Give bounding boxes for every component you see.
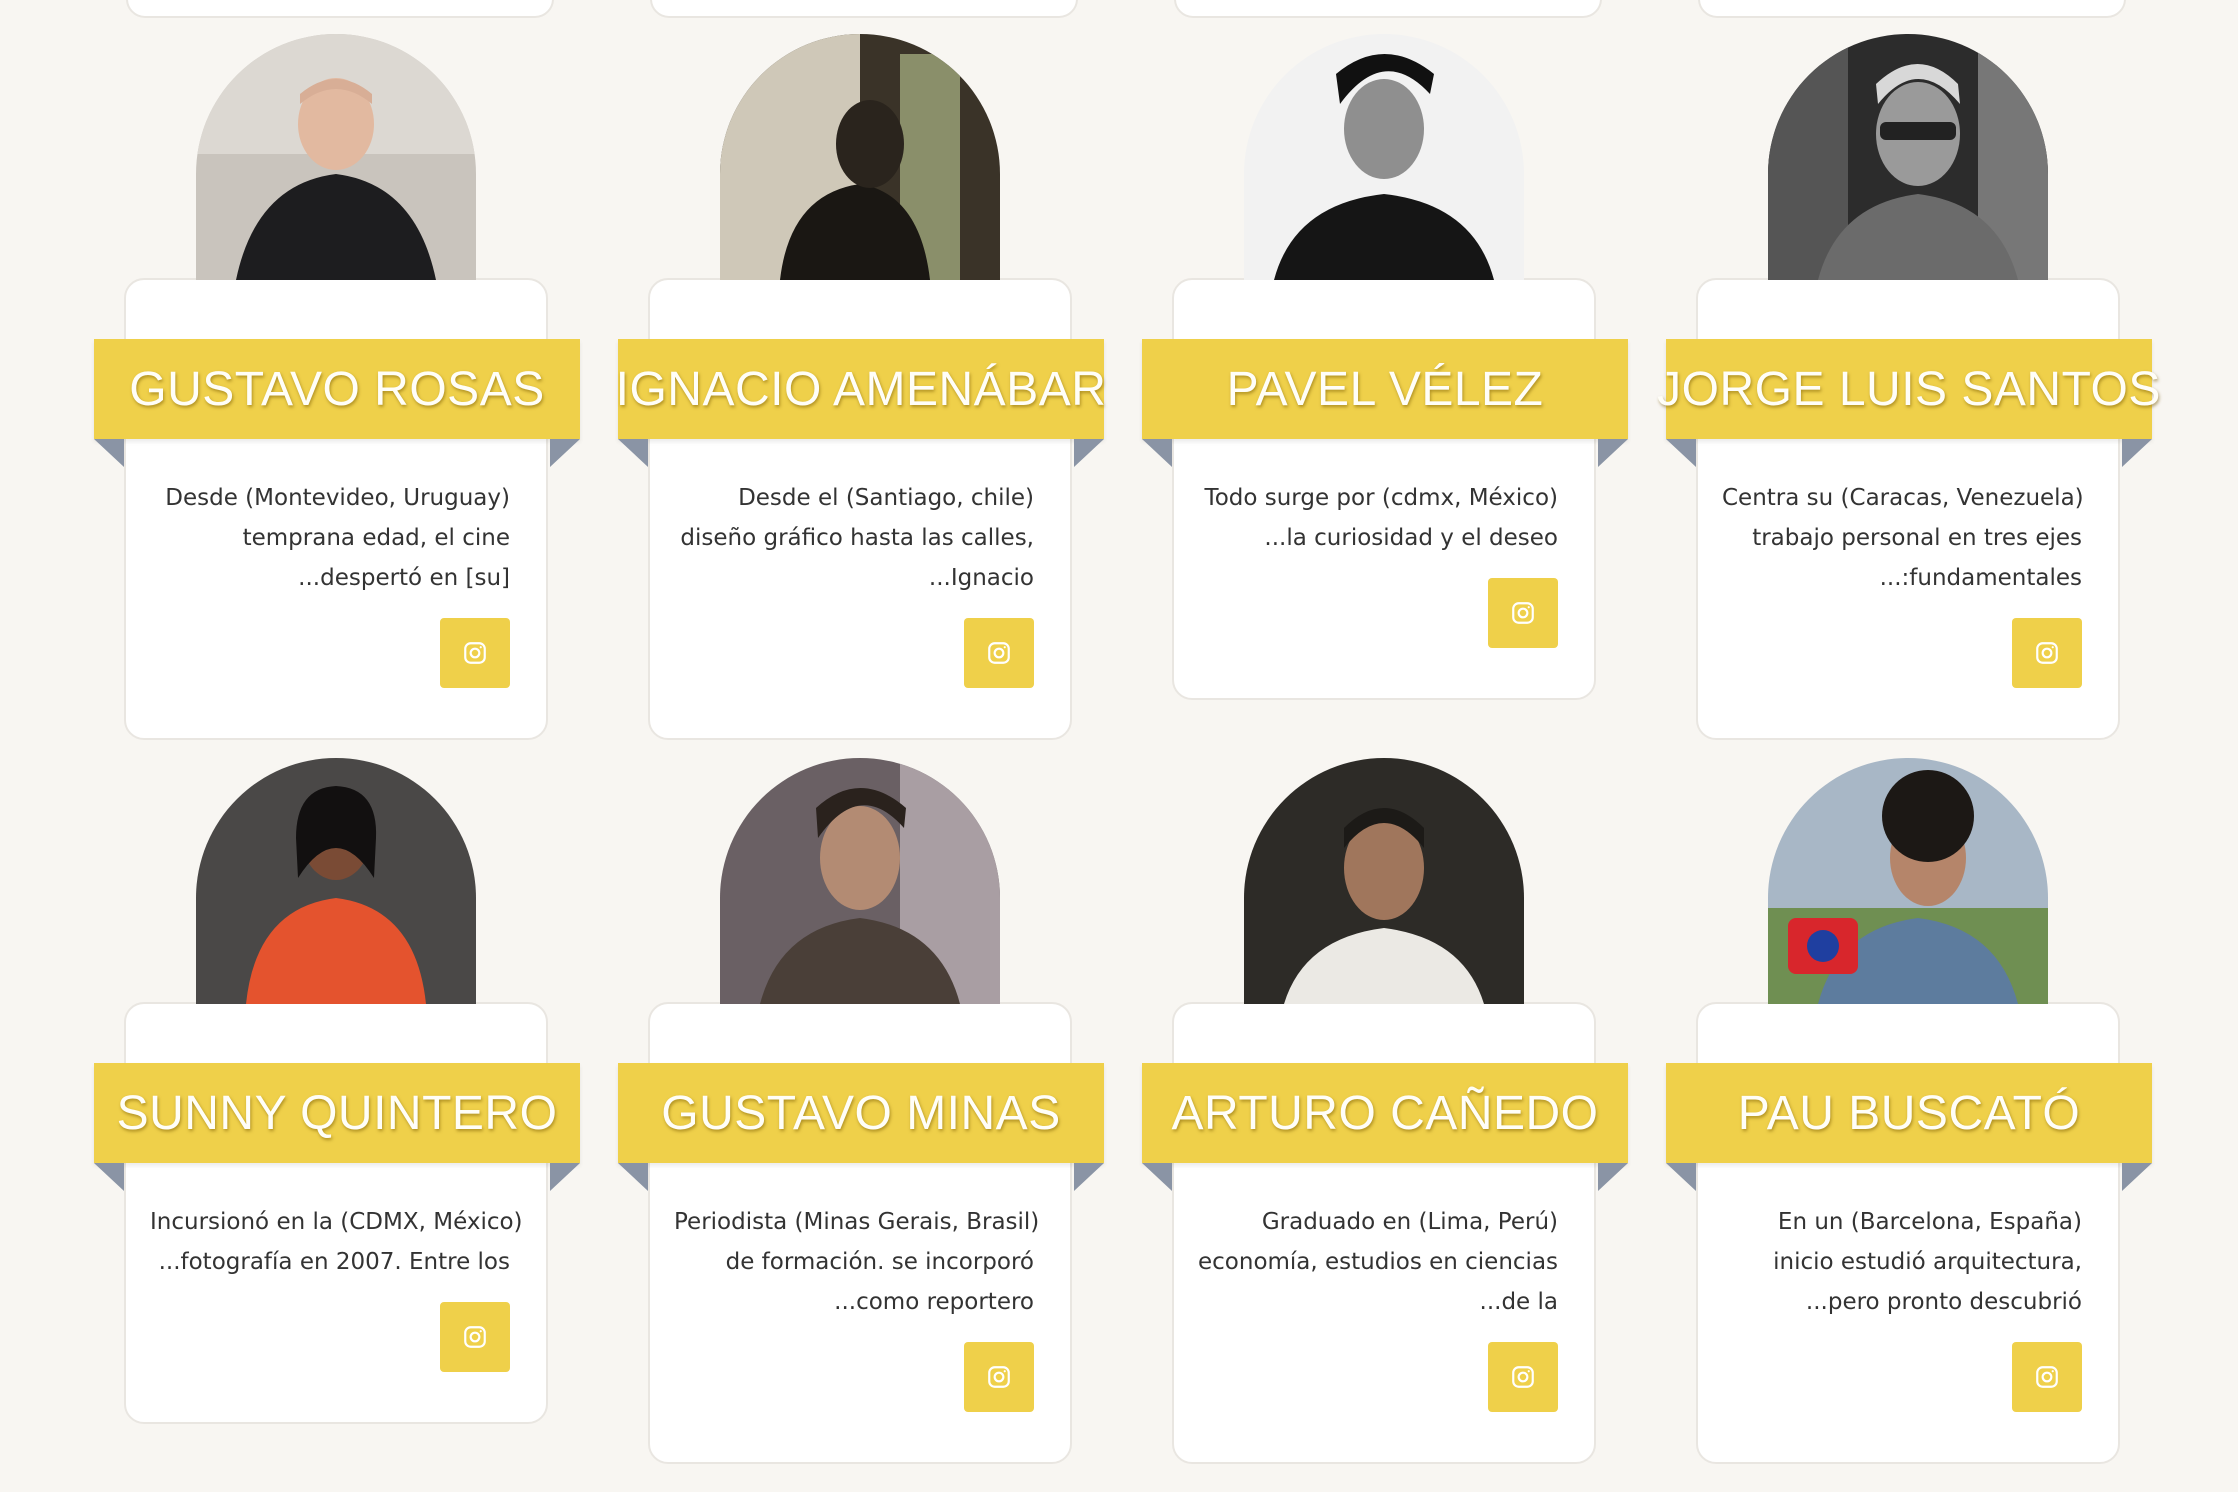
avatar	[720, 34, 1000, 280]
instagram-icon	[2036, 1366, 2058, 1388]
instagram-icon	[464, 1326, 486, 1348]
person-bio: Periodista (Minas Gerais, Brasil) de form…	[674, 1209, 1040, 1315]
name-ribbon: PAVEL VÉLEZ	[1142, 339, 1628, 439]
person-name: IGNACIO AMENÁBAR	[615, 362, 1107, 416]
ribbon-fold	[1598, 439, 1628, 467]
ribbon-fold	[618, 439, 648, 467]
avatar	[1768, 34, 2048, 280]
ribbon-fold	[1598, 1163, 1628, 1191]
avatar	[196, 758, 476, 1004]
name-ribbon: SUNNY QUINTERO	[94, 1063, 580, 1163]
previous-row-card-stub	[126, 0, 554, 18]
person-bio: Desde (Montevideo, Uruguay) temprana edad…	[165, 485, 510, 591]
person-bio: Todo surge por (cdmx, México) ...la curio…	[1204, 485, 1558, 551]
avatar	[1244, 758, 1524, 1004]
ribbon-fold	[550, 1163, 580, 1191]
person-bio: Centra su (Caracas, Venezuela) trabajo pe…	[1722, 485, 2084, 591]
avatar	[1244, 34, 1524, 280]
avatar	[1768, 758, 2048, 1004]
person-name: SUNNY QUINTERO	[116, 1086, 558, 1140]
name-ribbon: PAU BUSCATÓ	[1666, 1063, 2152, 1163]
name-ribbon: GUSTAVO ROSAS	[94, 339, 580, 439]
ribbon-fold	[2122, 1163, 2152, 1191]
previous-row-card-stub	[1698, 0, 2126, 18]
ribbon-fold	[94, 1163, 124, 1191]
instagram-icon	[1512, 1366, 1534, 1388]
ribbon-fold	[1142, 439, 1172, 467]
instagram-icon	[988, 642, 1010, 664]
avatar	[196, 34, 476, 280]
person-bio: En un (Barcelona, España) inicio estudió …	[1773, 1209, 2082, 1315]
ribbon-fold	[2122, 439, 2152, 467]
instagram-icon	[988, 1366, 1010, 1388]
instagram-icon	[464, 642, 486, 664]
ribbon-fold	[550, 439, 580, 467]
instagram-button[interactable]	[2012, 1342, 2082, 1412]
instagram-button[interactable]	[1488, 578, 1558, 648]
instagram-button[interactable]	[440, 618, 510, 688]
ribbon-fold	[94, 439, 124, 467]
name-ribbon: ARTURO CAÑEDO	[1142, 1063, 1628, 1163]
ribbon-fold	[618, 1163, 648, 1191]
person-bio: Incursionó en la (CDMX, México) ...fotogr…	[150, 1209, 523, 1275]
ribbon-fold	[1074, 1163, 1104, 1191]
instagram-icon	[2036, 642, 2058, 664]
previous-row-card-stub	[650, 0, 1078, 18]
person-name: PAVEL VÉLEZ	[1226, 362, 1544, 416]
instagram-button[interactable]	[2012, 618, 2082, 688]
instagram-button[interactable]	[1488, 1342, 1558, 1412]
ribbon-fold	[1666, 439, 1696, 467]
person-name: GUSTAVO ROSAS	[129, 362, 545, 416]
ribbon-fold	[1666, 1163, 1696, 1191]
instagram-button[interactable]	[964, 618, 1034, 688]
person-name: PAU BUSCATÓ	[1737, 1086, 2081, 1140]
instagram-icon	[1512, 602, 1534, 624]
person-bio: Graduado en (Lima, Perú) economía, estudi…	[1198, 1209, 1559, 1315]
person-name: JORGE LUIS SANTOS	[1657, 362, 2161, 416]
person-name: GUSTAVO MINAS	[661, 1086, 1061, 1140]
person-bio: Desde el (Santiago, chile) diseño gráfico…	[680, 485, 1034, 591]
previous-row-card-stub	[1174, 0, 1602, 18]
instagram-button[interactable]	[964, 1342, 1034, 1412]
name-ribbon: IGNACIO AMENÁBAR	[615, 339, 1107, 439]
name-ribbon: GUSTAVO MINAS	[618, 1063, 1104, 1163]
ribbon-fold	[1074, 439, 1104, 467]
ribbon-fold	[1142, 1163, 1172, 1191]
avatar	[720, 758, 1000, 1004]
instagram-button[interactable]	[440, 1302, 510, 1372]
person-name: ARTURO CAÑEDO	[1171, 1086, 1599, 1140]
name-ribbon: JORGE LUIS SANTOS	[1657, 339, 2160, 439]
